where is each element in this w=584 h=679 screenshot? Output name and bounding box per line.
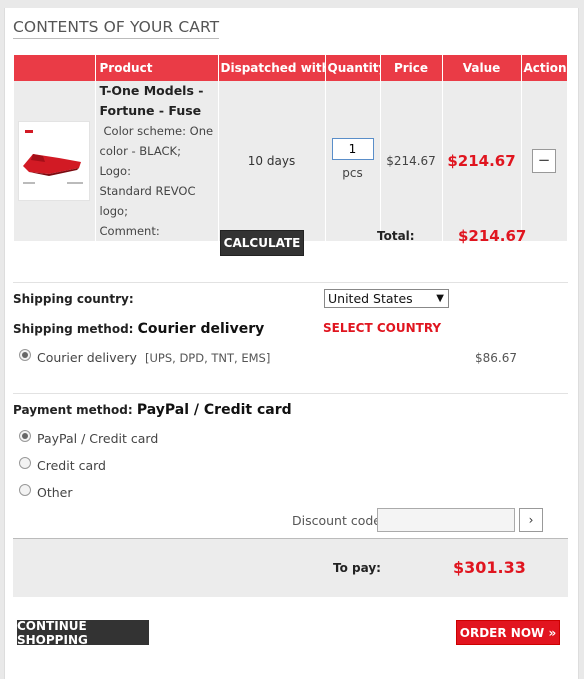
page-title: CONTENTS OF YOUR CART: [13, 18, 220, 39]
continue-shopping-button[interactable]: CONTINUE SHOPPING: [17, 619, 149, 647]
shipping-country-label: Shipping country:: [13, 292, 134, 306]
to-pay-label: To pay:: [333, 561, 381, 575]
discount-code-input[interactable]: [377, 508, 515, 532]
remove-item-button[interactable]: −: [532, 149, 556, 173]
product-options-line1: Color scheme: One: [103, 124, 214, 138]
product-options-line2: color - BLACK; Logo:: [99, 144, 181, 178]
boat-image-icon: [19, 122, 90, 200]
dropdown-arrow-icon: ▼: [436, 293, 444, 304]
quantity-cell: pcs: [325, 81, 381, 241]
col-price: Price: [380, 55, 443, 81]
paypal-radio[interactable]: [19, 430, 31, 442]
col-actions: Actions: [521, 55, 568, 81]
courier-delivery-radio[interactable]: [19, 349, 31, 361]
courier-delivery-label[interactable]: Courier delivery: [37, 350, 137, 365]
divider: [13, 282, 568, 283]
other-payment-radio[interactable]: [19, 484, 31, 496]
shipping-method-value: Courier delivery: [137, 321, 265, 337]
product-name-line2[interactable]: Fortune - Fuse: [100, 101, 214, 121]
divider: [13, 393, 568, 394]
product-comment: Comment:: [99, 224, 160, 238]
discount-apply-button[interactable]: ›: [519, 508, 543, 532]
cart-table: Product Dispatched within Quantity Price…: [14, 55, 568, 241]
credit-card-radio[interactable]: [19, 457, 31, 469]
shipping-country-value: United States: [328, 291, 413, 306]
credit-card-label[interactable]: Credit card: [37, 458, 106, 473]
other-payment-label[interactable]: Other: [37, 485, 73, 500]
paypal-label[interactable]: PayPal / Credit card: [37, 431, 158, 446]
product-thumbnail[interactable]: [18, 121, 91, 201]
shipping-country-select[interactable]: United States ▼: [324, 289, 449, 308]
total-label: Total:: [377, 229, 415, 243]
to-pay-bar: To pay: $301.33: [13, 538, 568, 597]
total-value: $214.67: [458, 227, 527, 245]
order-now-button[interactable]: ORDER NOW »: [456, 620, 560, 645]
actions-cell: −: [521, 81, 568, 241]
shipping-method-caption: Shipping method:: [13, 322, 134, 336]
to-pay-value: $301.33: [453, 558, 526, 577]
courier-carriers: [UPS, DPD, TNT, EMS]: [145, 351, 271, 365]
col-quantity: Quantity: [325, 55, 381, 81]
product-options-line3: Standard REVOC logo;: [99, 184, 196, 218]
quantity-input[interactable]: [331, 138, 374, 160]
col-value: Value: [442, 55, 522, 81]
price-cell: $214.67: [380, 81, 443, 241]
col-product: Product: [95, 55, 219, 81]
payment-method-value: PayPal / Credit card: [136, 402, 292, 418]
payment-method-label: Payment method: PayPal / Credit card: [13, 402, 292, 418]
discount-code-label: Discount code:: [292, 513, 386, 528]
calculate-button[interactable]: CALCULATE: [220, 230, 304, 256]
col-thumb: [14, 55, 96, 81]
payment-method-caption: Payment method:: [13, 403, 133, 417]
select-country-warning: SELECT COUNTRY: [323, 321, 442, 335]
cart-panel: CONTENTS OF YOUR CART Product Dispatched…: [4, 8, 579, 679]
cart-header-row: Product Dispatched within Quantity Price…: [14, 55, 568, 81]
product-thumbnail-cell: [14, 81, 96, 241]
col-dispatched: Dispatched within: [218, 55, 326, 81]
cart-item-row: T-One Models - Fortune - Fuse Color sche…: [14, 81, 568, 241]
product-info-cell: T-One Models - Fortune - Fuse Color sche…: [95, 81, 219, 241]
courier-price: $86.67: [475, 351, 517, 365]
value-cell: $214.67: [442, 81, 522, 241]
shipping-method-label: Shipping method: Courier delivery: [13, 321, 264, 337]
product-name-line1[interactable]: T-One Models -: [100, 81, 214, 101]
dispatched-cell: 10 days: [218, 81, 326, 241]
quantity-unit: pcs: [342, 166, 363, 180]
